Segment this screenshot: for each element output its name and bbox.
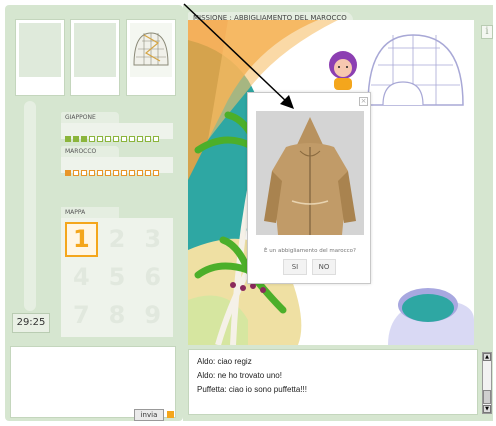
progress-square — [145, 136, 151, 142]
chat-log: Aldo: ciao regiz Aldo: ne ho trovato uno… — [188, 349, 478, 415]
progress-square — [145, 170, 151, 176]
map-label: MAPPA — [61, 207, 119, 218]
progress-square — [65, 170, 71, 176]
chat-message: Aldo: ne ho trovato uno! — [197, 371, 282, 380]
progress-square — [113, 136, 119, 142]
igloo-thumbnail — [133, 32, 169, 66]
scroll-down-icon[interactable]: ▼ — [483, 405, 491, 413]
map-cell-1[interactable]: 1 — [65, 222, 98, 257]
chat-compose-field[interactable] — [10, 346, 176, 418]
progress-square — [129, 170, 135, 176]
country-progress-giappone: GIAPPONE — [61, 112, 173, 142]
send-indicator — [167, 411, 174, 418]
progress-square — [153, 170, 159, 176]
item-photo — [256, 111, 364, 235]
map-cell-8[interactable]: 8 — [101, 298, 134, 333]
inventory-slot-3[interactable] — [126, 19, 176, 96]
map-cell-5[interactable]: 5 — [101, 260, 134, 295]
progress-square — [97, 136, 103, 142]
progress-square — [73, 170, 79, 176]
chat-scrollbar[interactable]: ▲ ▼ — [482, 352, 492, 414]
map-cell-2[interactable]: 2 — [101, 222, 134, 257]
yes-button[interactable]: SI — [283, 259, 307, 275]
popup-question: È un abbigliamento del marocco? — [264, 248, 356, 254]
country-label: GIAPPONE — [61, 112, 119, 123]
game-window: 29:25 GIAPPONE MAROCCO MAPPA 123 456 789 i… — [0, 0, 496, 426]
progress-square — [65, 136, 71, 142]
map-cell-4[interactable]: 4 — [65, 260, 98, 295]
item-popup: × È un abbigliamento del marocco? SI NO — [247, 92, 371, 284]
map-panel: MAPPA 123 456 789 — [61, 207, 173, 337]
progress-square — [81, 170, 87, 176]
map-cell-7[interactable]: 7 — [65, 298, 98, 333]
chat-message: Puffetta: ciao io sono puffetta!!! — [197, 385, 308, 394]
map-grid: 123 456 789 — [61, 218, 173, 337]
scroll-up-icon[interactable]: ▲ — [483, 353, 491, 361]
country-label: MAROCCO — [61, 146, 119, 157]
progress-square — [121, 170, 127, 176]
inventory-slot-1[interactable] — [15, 19, 65, 96]
progress-squares — [61, 157, 173, 176]
scroll-thumb[interactable] — [483, 390, 491, 404]
progress-square — [129, 136, 135, 142]
progress-square — [89, 170, 95, 176]
map-cell-9[interactable]: 9 — [136, 298, 169, 333]
progress-square — [153, 136, 159, 142]
country-progress-marocco: MAROCCO — [61, 146, 173, 176]
progress-square — [89, 136, 95, 142]
progress-square — [105, 170, 111, 176]
progress-square — [121, 136, 127, 142]
no-button[interactable]: NO — [312, 259, 336, 275]
progress-square — [113, 170, 119, 176]
close-icon[interactable]: × — [359, 97, 368, 106]
progress-square — [81, 136, 87, 142]
info-icon[interactable]: i — [481, 25, 493, 39]
inventory-slot-2[interactable] — [70, 19, 120, 96]
timer-track — [24, 101, 36, 311]
progress-squares — [61, 123, 173, 142]
chat-message: Aldo: ciao regiz — [197, 357, 252, 366]
progress-square — [137, 170, 143, 176]
hooded-robe-image — [256, 111, 364, 235]
map-cell-6[interactable]: 6 — [136, 260, 169, 295]
send-button[interactable]: invia — [134, 409, 164, 421]
timer-display: 29:25 — [12, 313, 50, 333]
map-cell-3[interactable]: 3 — [136, 222, 169, 257]
progress-square — [73, 136, 79, 142]
progress-square — [105, 136, 111, 142]
progress-square — [97, 170, 103, 176]
progress-square — [137, 136, 143, 142]
